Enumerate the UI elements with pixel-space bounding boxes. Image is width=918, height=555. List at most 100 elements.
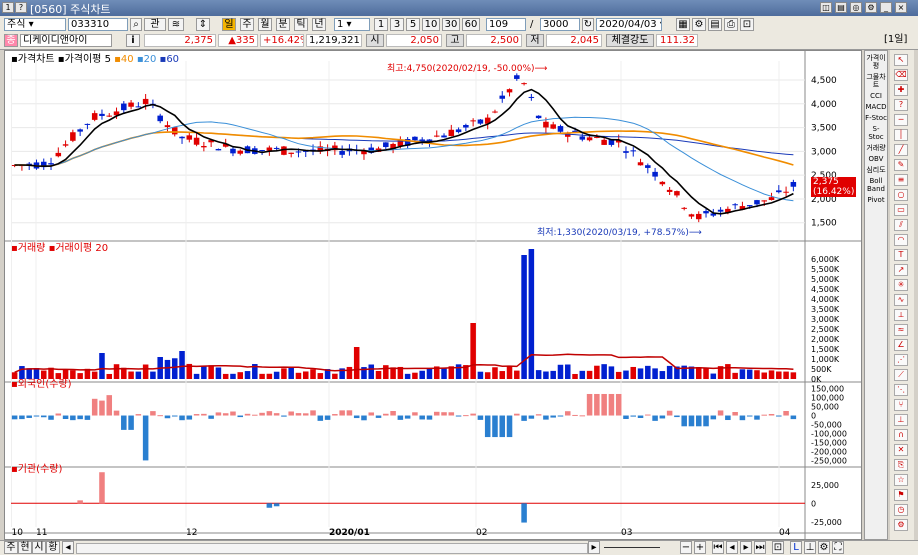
trendline-icon[interactable]: ╱ xyxy=(894,144,908,156)
nav-back-icon[interactable]: ◂ xyxy=(726,541,738,554)
cycle-icon[interactable]: ∿ xyxy=(894,294,908,306)
fibonacci-icon[interactable]: ≡ xyxy=(894,174,908,186)
info-button[interactable]: i xyxy=(126,34,140,47)
rect-icon[interactable]: ▭ xyxy=(894,204,908,216)
indicator-item[interactable]: Boll Band xyxy=(865,177,887,193)
nav-fwd-icon[interactable]: ▸ xyxy=(740,541,752,554)
window-menu-icon[interactable]: 1 xyxy=(2,2,14,13)
save-icon[interactable]: ▤ xyxy=(835,2,847,13)
date-picker[interactable]: 2020/04/03 ▾ xyxy=(596,18,662,31)
interval-5[interactable]: 5 xyxy=(406,18,420,31)
text-icon[interactable]: T xyxy=(894,249,908,261)
arrow-icon[interactable]: ↗ xyxy=(894,264,908,276)
tab-year[interactable]: 년 xyxy=(312,18,326,31)
search-icon[interactable]: ⌕ xyxy=(130,18,142,31)
print-icon[interactable]: ⎙ xyxy=(724,18,738,31)
chart-type-icon[interactable]: ≋ xyxy=(168,18,184,31)
delete-tool-icon[interactable]: ✕ xyxy=(894,444,908,456)
indicator-item[interactable]: 거래량 xyxy=(865,144,887,152)
interval-30[interactable]: 30 xyxy=(442,18,460,31)
indicator-item[interactable]: CCI xyxy=(865,92,887,100)
scroll-left-icon[interactable]: ◂ xyxy=(62,541,74,554)
nav-last-icon[interactable]: ⏭ xyxy=(754,541,766,554)
interval-1[interactable]: 1 xyxy=(374,18,388,31)
channel-icon[interactable]: ⫽ xyxy=(894,219,908,231)
hline-icon[interactable]: ─ xyxy=(894,114,908,126)
layout-l-icon[interactable]: L xyxy=(790,541,802,554)
fit-icon[interactable]: ⊡ xyxy=(772,541,784,554)
ruler-icon[interactable]: ⟂ xyxy=(894,309,908,321)
help-icon[interactable]: ? xyxy=(15,2,27,13)
bottom-tab[interactable]: 주 xyxy=(4,541,18,554)
bottom-tab[interactable]: 시 xyxy=(32,541,46,554)
indicator-item[interactable]: 그물차트 xyxy=(865,73,887,89)
indicator-item[interactable]: Pivot xyxy=(865,196,887,204)
pitchfork-icon[interactable]: ⑂ xyxy=(894,399,908,411)
close-icon[interactable]: × xyxy=(895,2,907,13)
gwan-button[interactable]: 관 xyxy=(144,18,166,31)
indicator-item[interactable]: 가격이평 xyxy=(865,54,887,70)
tab-tick[interactable]: 틱 xyxy=(294,18,308,31)
magnet-icon[interactable]: ∩ xyxy=(894,429,908,441)
clock-icon[interactable]: ◷ xyxy=(894,504,908,516)
circle-icon[interactable]: ○ xyxy=(894,189,908,201)
indicator-item[interactable]: 심리도 xyxy=(865,166,887,174)
flag-icon[interactable]: ⚑ xyxy=(894,489,908,501)
bottom-fullscreen-icon[interactable]: ⛶ xyxy=(832,541,844,554)
pointer-icon[interactable]: ↖ xyxy=(894,54,908,66)
arc-icon[interactable]: ◠ xyxy=(894,234,908,246)
interval-10[interactable]: 10 xyxy=(422,18,440,31)
pen-icon[interactable]: ✎ xyxy=(894,159,908,171)
copy-tool-icon[interactable]: ⎘ xyxy=(894,459,908,471)
prev-next-icon[interactable]: ⇕ xyxy=(196,18,210,31)
refresh-icon[interactable]: ↻ xyxy=(582,18,594,31)
angle-icon[interactable]: ∠ xyxy=(894,339,908,351)
total-count-input[interactable]: 3000 xyxy=(540,18,580,31)
interval-3[interactable]: 3 xyxy=(390,18,404,31)
speed-icon[interactable]: ⋰ xyxy=(894,354,908,366)
tab-month[interactable]: 월 xyxy=(258,18,272,31)
zoom-slider[interactable] xyxy=(604,547,660,548)
tab-day[interactable]: 일 xyxy=(222,18,236,31)
chart-area[interactable]: 4,5004,0003,5003,0002,5002,0001,5006,000… xyxy=(4,50,862,540)
zoom-out-icon[interactable]: − xyxy=(680,541,692,554)
minimize-icon[interactable]: _ xyxy=(880,2,892,13)
regression-icon[interactable]: ⟋ xyxy=(894,369,908,381)
indicator-item[interactable]: OBV xyxy=(865,155,887,163)
eraser-icon[interactable]: ⌫ xyxy=(894,69,908,81)
andrews-icon[interactable]: ⊥ xyxy=(894,414,908,426)
horizontal-scrollbar[interactable] xyxy=(76,543,588,554)
bottom-tab[interactable]: 황 xyxy=(46,541,60,554)
stock-code-input[interactable]: 033310 xyxy=(68,18,128,31)
toolbar-icon[interactable]: ◫ xyxy=(820,2,832,13)
zoom-in-icon[interactable]: + xyxy=(694,541,706,554)
bottom-tab[interactable]: 현 xyxy=(18,541,32,554)
pin-icon[interactable]: ⊥ xyxy=(804,541,816,554)
tab-week[interactable]: 주 xyxy=(240,18,254,31)
config-icon[interactable]: ⚙ xyxy=(894,519,908,531)
vline-icon[interactable]: │ xyxy=(894,129,908,141)
interval-60[interactable]: 60 xyxy=(462,18,480,31)
lock-icon[interactable]: ⊡ xyxy=(740,18,754,31)
tab-minute[interactable]: 분 xyxy=(276,18,290,31)
layout-icon[interactable]: ▦ xyxy=(676,18,690,31)
grid-icon[interactable]: ▤ xyxy=(708,18,722,31)
crosshair-icon[interactable]: ✚ xyxy=(894,84,908,96)
stock-flag-icon[interactable]: 종 xyxy=(4,34,18,47)
gann-icon[interactable]: ✳ xyxy=(894,279,908,291)
fan-icon[interactable]: ⋱ xyxy=(894,384,908,396)
help-tool-icon[interactable]: ? xyxy=(894,99,908,111)
market-select[interactable]: 주식 ▾ xyxy=(4,18,66,31)
indicator-item[interactable]: S-Stoc xyxy=(865,125,887,141)
indicator-item[interactable]: F-Stoc xyxy=(865,114,887,122)
wave-icon[interactable]: ≈ xyxy=(894,324,908,336)
scroll-right-icon[interactable]: ▸ xyxy=(588,541,600,554)
gear-icon[interactable]: ⚙ xyxy=(692,18,706,31)
settings-icon[interactable]: ⚙ xyxy=(865,2,877,13)
star-icon[interactable]: ☆ xyxy=(894,474,908,486)
bottom-gear-icon[interactable]: ⚙ xyxy=(818,541,830,554)
count-stepper[interactable]: 109 xyxy=(486,18,526,31)
minute-select[interactable]: 1 ▾ xyxy=(334,18,370,31)
indicator-item[interactable]: MACD xyxy=(865,103,887,111)
chart-canvas[interactable]: 4,5004,0003,5003,0002,5002,0001,5006,000… xyxy=(5,51,861,539)
